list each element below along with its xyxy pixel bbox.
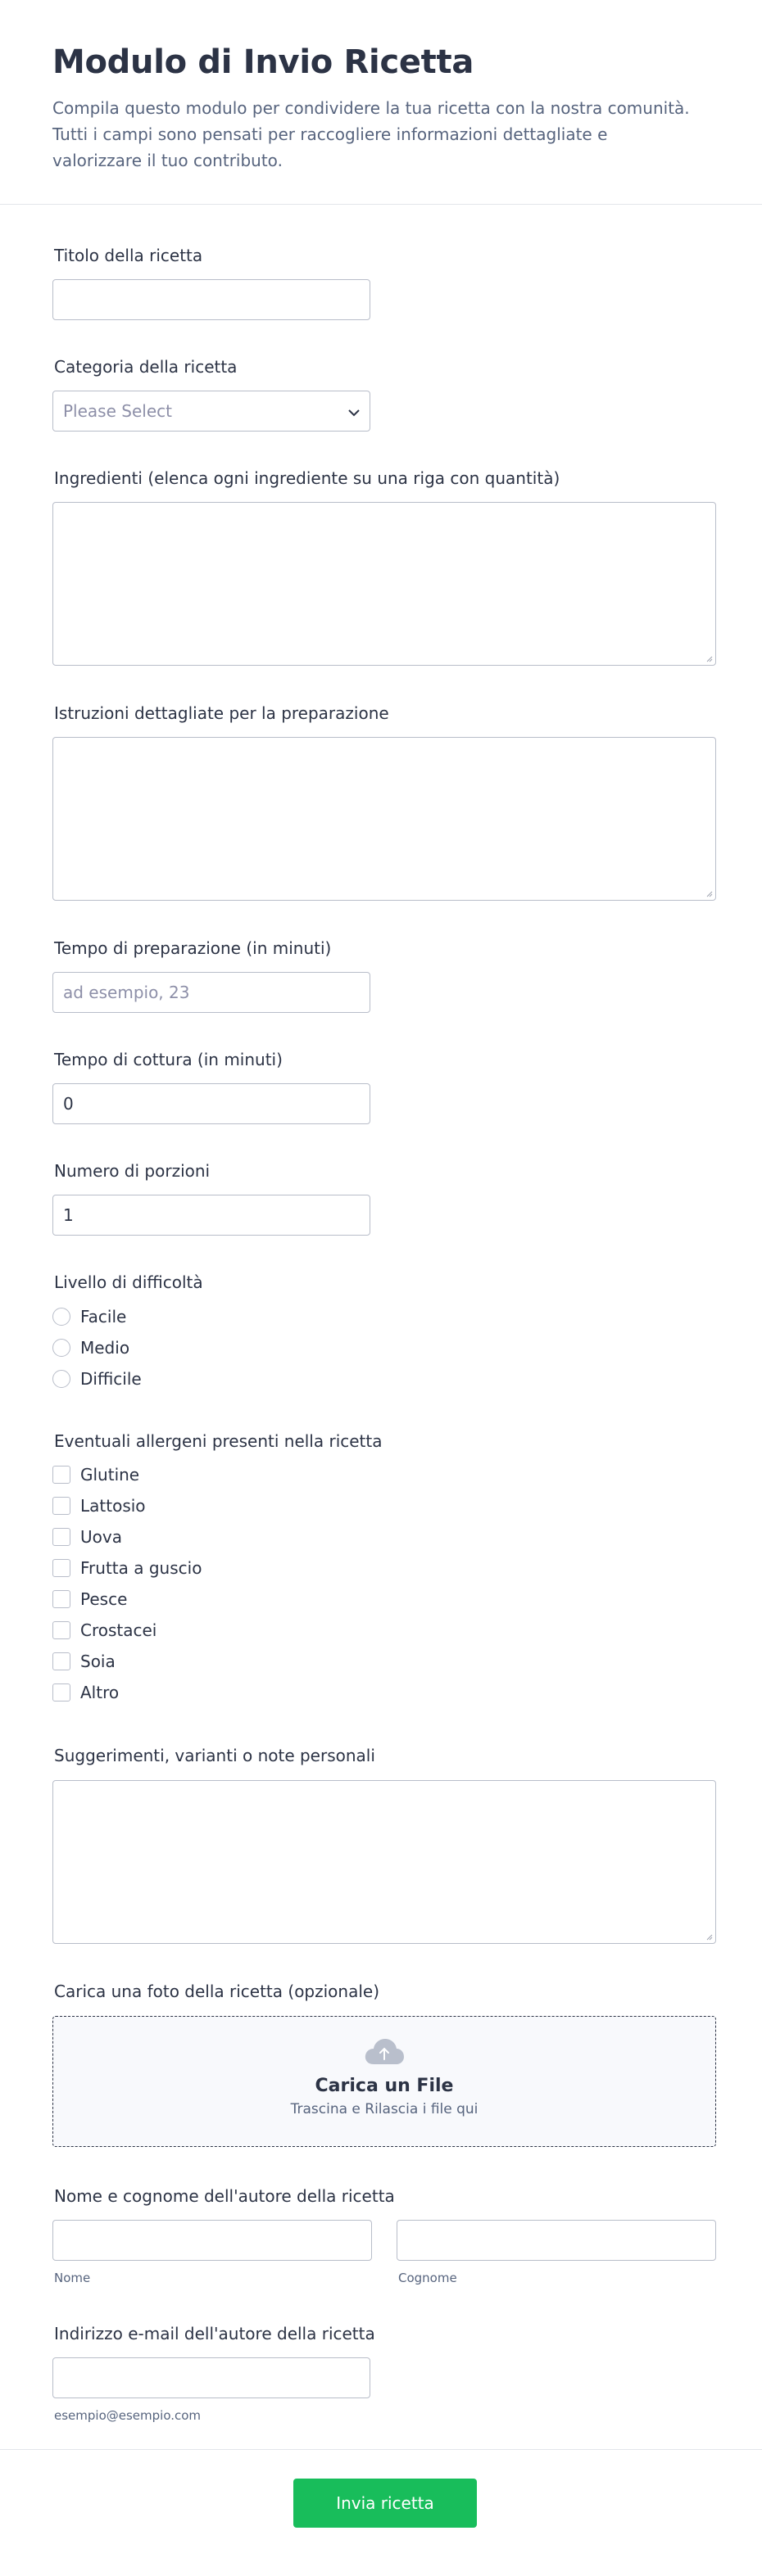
allergen-option-frutta-a-guscio[interactable]: Frutta a guscio <box>52 1558 202 1578</box>
allergen-option-label: Lattosio <box>80 1496 146 1516</box>
allergen-option-label: Altro <box>80 1683 120 1702</box>
allergen-option-label: Glutine <box>80 1465 140 1485</box>
allergen-option-label: Uova <box>80 1527 122 1547</box>
allergen-option-label: Crostacei <box>80 1620 157 1640</box>
recipe-title-label: Titolo della ricetta <box>54 246 203 265</box>
recipe-title-input[interactable] <box>52 279 370 320</box>
allergen-option-crostacei[interactable]: Crostacei <box>52 1620 156 1640</box>
cook-time-label: Tempo di cottura (in minuti) <box>54 1050 283 1069</box>
checkbox[interactable] <box>52 1652 70 1670</box>
difficulty-option-facile[interactable]: Facile <box>52 1307 126 1326</box>
form-header: Modulo di Invio Ricetta Compila questo m… <box>0 0 762 205</box>
allergen-option-soia[interactable]: Soia <box>52 1652 116 1671</box>
form-title: Modulo di Invio Ricetta <box>52 43 474 81</box>
checkbox[interactable] <box>52 1466 70 1484</box>
checkbox[interactable] <box>52 1528 70 1546</box>
file-upload-dropzone[interactable]: Carica un File Trascina e Rilascia i fil… <box>52 2016 716 2147</box>
difficulty-option-difficile[interactable]: Difficile <box>52 1369 142 1389</box>
form-description: Compila questo modulo per condividere la… <box>52 98 690 170</box>
first-name-input[interactable] <box>52 2220 372 2261</box>
upload-title: Carica un File <box>315 2076 454 2096</box>
allergen-option-glutine[interactable]: Glutine <box>52 1465 139 1485</box>
cook-time-input[interactable]: 0 <box>52 1083 370 1124</box>
allergen-option-pesce[interactable]: Pesce <box>52 1589 127 1609</box>
last-name-sublabel: Cognome <box>398 2271 457 2285</box>
allergen-option-altro[interactable]: Altro <box>52 1683 119 1702</box>
radio-button[interactable] <box>52 1339 70 1357</box>
photo-label: Carica una foto della ricetta (opzionale… <box>54 1982 380 2001</box>
allergen-option-label: Soia <box>80 1652 116 1671</box>
allergen-option-label: Frutta a guscio <box>80 1558 202 1578</box>
email-sublabel: esempio@esempio.com <box>54 2408 202 2423</box>
last-name-input[interactable] <box>397 2220 716 2261</box>
author-email-label: Indirizzo e-mail dell'autore della ricet… <box>54 2324 375 2343</box>
chevron-down-icon <box>348 401 360 421</box>
upload-hint: Trascina e Rilascia i file qui <box>290 2101 479 2117</box>
allergen-option-label: Pesce <box>80 1589 128 1609</box>
ingredients-textarea[interactable] <box>52 502 716 666</box>
checkbox[interactable] <box>52 1590 70 1608</box>
checkbox[interactable] <box>52 1497 70 1515</box>
instructions-label: Istruzioni dettagliate per la preparazio… <box>54 703 389 723</box>
category-select[interactable]: Please Select <box>52 391 370 432</box>
allergens-label: Eventuali allergeni presenti nella ricet… <box>54 1431 383 1451</box>
servings-input[interactable]: 1 <box>52 1195 370 1236</box>
author-name-label: Nome e cognome dell'autore della ricetta <box>54 2186 395 2206</box>
checkbox[interactable] <box>52 1683 70 1702</box>
difficulty-option-label: Difficile <box>80 1369 142 1389</box>
servings-label: Numero di porzioni <box>54 1161 211 1181</box>
ingredients-label: Ingredienti (elenca ogni ingrediente su … <box>54 468 560 488</box>
cloud-upload-icon <box>53 2038 715 2069</box>
category-placeholder: Please Select <box>63 401 172 421</box>
difficulty-option-label: Facile <box>80 1307 127 1326</box>
checkbox[interactable] <box>52 1621 70 1639</box>
email-field[interactable] <box>52 2357 370 2398</box>
prep-time-input[interactable]: ad esempio, 23 <box>52 972 370 1013</box>
notes-textarea[interactable] <box>52 1780 716 1944</box>
difficulty-option-medio[interactable]: Medio <box>52 1338 129 1358</box>
allergen-option-lattosio[interactable]: Lattosio <box>52 1496 146 1516</box>
notes-label: Suggerimenti, varianti o note personali <box>54 1746 375 1765</box>
checkbox[interactable] <box>52 1559 70 1577</box>
submit-button[interactable]: Invia ricetta <box>293 2479 477 2528</box>
resize-handle-icon[interactable] <box>705 1932 713 1941</box>
difficulty-label: Livello di difficoltà <box>54 1272 203 1292</box>
radio-button[interactable] <box>52 1370 70 1388</box>
prep-time-label: Tempo di preparazione (in minuti) <box>54 938 332 958</box>
allergen-option-uova[interactable]: Uova <box>52 1527 122 1547</box>
radio-button[interactable] <box>52 1308 70 1326</box>
resize-handle-icon[interactable] <box>705 654 713 662</box>
instructions-textarea[interactable] <box>52 737 716 901</box>
category-label: Categoria della ricetta <box>54 357 238 377</box>
difficulty-option-label: Medio <box>80 1338 130 1358</box>
resize-handle-icon[interactable] <box>705 889 713 897</box>
first-name-sublabel: Nome <box>54 2271 91 2285</box>
